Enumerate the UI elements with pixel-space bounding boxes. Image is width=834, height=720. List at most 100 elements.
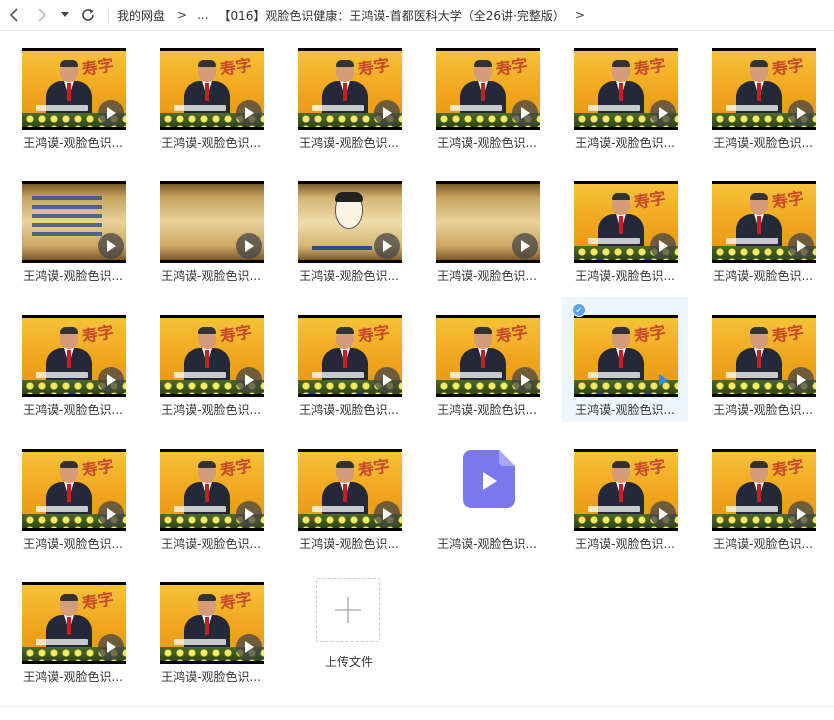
toolbar: 我的网盘 > ... 【016】观脸色识健康：王鸿谟-首都医科大学（全26讲·完…: [0, 0, 834, 30]
file-tile[interactable]: 寿字王鸿谟-观脸色识...: [562, 166, 688, 286]
play-icon[interactable]: [788, 367, 814, 393]
video-thumbnail: 寿字: [160, 582, 264, 664]
upload-tile[interactable]: 上传文件: [286, 563, 412, 683]
bottom-border: [0, 706, 834, 707]
video-thumbnail: 寿字: [436, 48, 540, 130]
play-icon[interactable]: [236, 634, 262, 660]
file-name: 王鸿谟-观脸色识...: [299, 269, 399, 283]
play-icon[interactable]: [236, 100, 262, 126]
video-thumbnail: 寿字: [298, 48, 402, 130]
check-icon[interactable]: ✓: [572, 303, 586, 317]
file-tile[interactable]: 寿字王鸿谟-观脸色识...: [10, 567, 136, 687]
play-icon[interactable]: [98, 501, 124, 527]
file-tile[interactable]: 寿字 王鸿谟-观脸色识...: [148, 33, 274, 153]
video-thumbnail: 寿字: [22, 48, 126, 130]
file-tile[interactable]: 寿字 王鸿谟-观脸色识...: [286, 300, 412, 420]
file-name: 王鸿谟-观脸色识...: [23, 269, 123, 283]
toolbar-border: [0, 30, 834, 31]
file-tile[interactable]: 王鸿谟-观脸色识...: [424, 166, 550, 286]
play-icon[interactable]: [98, 634, 124, 660]
play-icon[interactable]: [650, 233, 676, 259]
play-icon[interactable]: [512, 100, 538, 126]
chevron-left-icon: [9, 8, 18, 22]
breadcrumb-separator: >: [574, 8, 585, 22]
file-name: 王鸿谟-观脸色识...: [23, 403, 123, 417]
file-tile[interactable]: 寿字 王鸿谟-观脸色识...: [148, 567, 274, 687]
play-icon[interactable]: [512, 367, 538, 393]
upload-button[interactable]: [316, 578, 380, 642]
breadcrumb-root[interactable]: 我的网盘: [117, 7, 165, 24]
play-icon[interactable]: [650, 100, 676, 126]
breadcrumb-ellipsis[interactable]: ...: [197, 8, 208, 22]
file-tile[interactable]: 寿字 王鸿谟-观脸色识...: [148, 434, 274, 554]
file-name: 王鸿谟-观脸色识...: [437, 269, 537, 283]
file-name: 王鸿谟-观脸色识...: [161, 537, 261, 551]
file-name: 王鸿谟-观脸色识...: [23, 136, 123, 150]
play-icon[interactable]: [374, 100, 400, 126]
file-tile[interactable]: 寿字 王鸿谟-观脸色识...: [10, 300, 136, 420]
play-icon[interactable]: [98, 367, 124, 393]
file-tile[interactable]: 寿字 王鸿谟-观脸色识...: [700, 300, 826, 420]
file-tile[interactable]: 王鸿谟-观脸色识...: [286, 166, 412, 286]
file-tile[interactable]: 寿字 王鸿谟-观脸色识...: [700, 434, 826, 554]
play-icon[interactable]: [236, 233, 262, 259]
history-dropdown[interactable]: [56, 0, 74, 30]
play-icon[interactable]: [374, 501, 400, 527]
file-tile[interactable]: 寿字 ✓ 王鸿谟-观脸色识...: [562, 297, 688, 422]
video-thumbnail: 寿字: [712, 181, 816, 263]
file-name: 王鸿谟-观脸色识...: [161, 269, 261, 283]
video-thumbnail: 寿字: [22, 449, 126, 531]
play-icon[interactable]: [98, 100, 124, 126]
play-icon[interactable]: [650, 367, 676, 393]
file-tile[interactable]: 寿字王鸿谟-观脸色识...: [10, 434, 136, 554]
file-name: 王鸿谟-观脸色识...: [575, 403, 675, 417]
file-name: 王鸿谟-观脸色识...: [299, 136, 399, 150]
video-thumbnail: 寿字: [298, 315, 402, 397]
file-name: 王鸿谟-观脸色识...: [575, 537, 675, 551]
file-tile[interactable]: 寿字王鸿谟-观脸色识...: [148, 300, 274, 420]
play-icon[interactable]: [788, 501, 814, 527]
video-thumbnail: 寿字: [22, 582, 126, 664]
breadcrumb-separator: >: [177, 8, 188, 22]
file-tile[interactable]: 寿字 王鸿谟-观脸色识...: [700, 33, 826, 153]
file-name: 王鸿谟-观脸色识...: [437, 136, 537, 150]
file-tile[interactable]: 寿字 王鸿谟-观脸色识...: [286, 434, 412, 554]
file-tile[interactable]: 寿字王鸿谟-观脸色识...: [10, 33, 136, 153]
back-button[interactable]: [0, 0, 28, 30]
file-tile[interactable]: 寿字王鸿谟-观脸色识...: [424, 33, 550, 153]
video-thumbnail: 寿字: [436, 315, 540, 397]
video-thumbnail: 寿字: [160, 48, 264, 130]
play-icon[interactable]: [374, 367, 400, 393]
file-name: 王鸿谟-观脸色识...: [575, 269, 675, 283]
forward-button[interactable]: [28, 0, 56, 30]
file-tile[interactable]: 王鸿谟-观脸色识...: [10, 166, 136, 286]
file-name: 王鸿谟-观脸色识...: [23, 537, 123, 551]
file-tile[interactable]: 寿字王鸿谟-观脸色识...: [562, 33, 688, 153]
file-tile[interactable]: 寿字 王鸿谟-观脸色识...: [700, 166, 826, 286]
play-icon[interactable]: [236, 367, 262, 393]
video-thumbnail: 寿字: [574, 48, 678, 130]
video-thumbnail: [436, 181, 540, 263]
file-tile[interactable]: 寿字王鸿谟-观脸色识...: [286, 33, 412, 153]
file-tile[interactable]: 王鸿谟-观脸色识...: [424, 434, 550, 554]
play-icon[interactable]: [788, 233, 814, 259]
play-icon[interactable]: [236, 501, 262, 527]
play-icon[interactable]: [374, 233, 400, 259]
refresh-button[interactable]: [74, 0, 102, 30]
file-tile[interactable]: 寿字 王鸿谟-观脸色识...: [424, 300, 550, 420]
file-tile[interactable]: 王鸿谟-观脸色识...: [148, 166, 274, 286]
video-thumbnail: 寿字: [298, 449, 402, 531]
video-thumbnail: 寿字: [160, 315, 264, 397]
file-name: 王鸿谟-观脸色识...: [575, 136, 675, 150]
video-thumbnail: 寿字: [574, 181, 678, 263]
play-icon[interactable]: [98, 233, 124, 259]
file-name: 王鸿谟-观脸色识...: [23, 670, 123, 684]
video-thumbnail: [22, 181, 126, 263]
file-name: 王鸿谟-观脸色识...: [713, 136, 813, 150]
play-icon[interactable]: [512, 233, 538, 259]
file-name: 王鸿谟-观脸色识...: [161, 403, 261, 417]
play-icon[interactable]: [788, 100, 814, 126]
file-tile[interactable]: 寿字 王鸿谟-观脸色识...: [562, 434, 688, 554]
play-icon[interactable]: [650, 501, 676, 527]
video-thumbnail: 寿字: [574, 315, 678, 397]
